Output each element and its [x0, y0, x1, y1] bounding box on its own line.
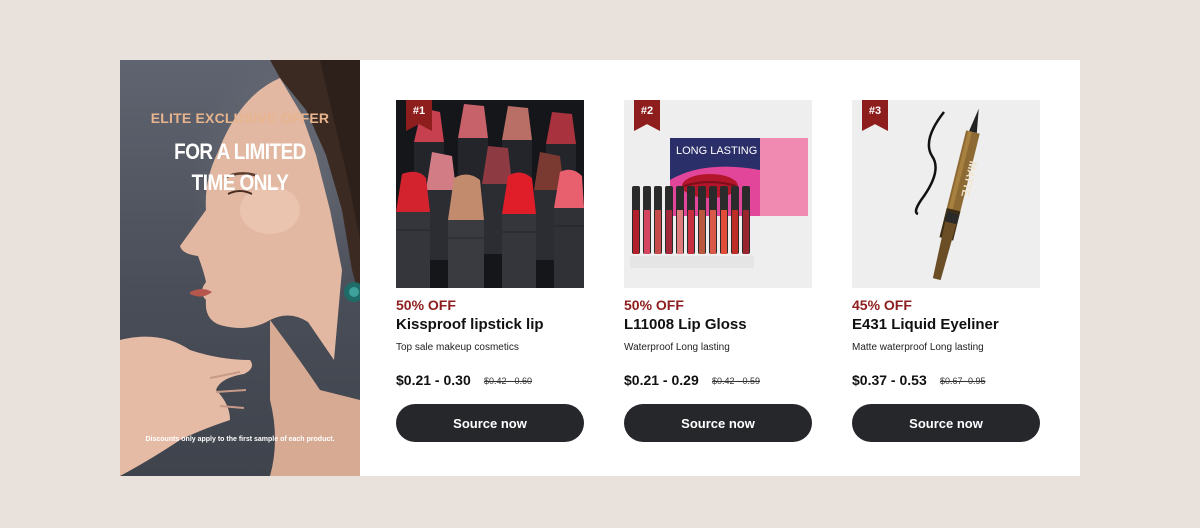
lipstick-illustration — [396, 100, 584, 288]
promo-disclaimer: Discounts only apply to the first sample… — [145, 436, 335, 443]
product-name[interactable]: Kissproof lipstick lip — [396, 316, 584, 333]
lip-gloss-illustration: LONG LASTING — [624, 100, 812, 288]
product-image-eyeliner[interactable]: MATTE #3 — [852, 100, 1040, 288]
product-description: Matte waterproof Long lasting — [852, 342, 984, 353]
promotion-panel: ELITE EXCLUSIVE OFFER FOR A LIMITED TIME… — [120, 60, 1080, 476]
original-price: $0.67- 0.95 — [940, 376, 986, 386]
source-now-button[interactable]: Source now — [852, 404, 1040, 442]
sale-price: $0.21 - 0.30 — [396, 372, 471, 388]
sale-price: $0.37 - 0.53 — [852, 372, 927, 388]
original-price: $0.42 - 0.59 — [712, 376, 761, 386]
promo-headline-line-2: TIME ONLY — [191, 170, 289, 195]
product-description: Top sale makeup cosmetics — [396, 342, 519, 353]
sale-price: $0.21 - 0.29 — [624, 372, 699, 388]
eyeliner-illustration: MATTE — [852, 100, 1040, 288]
promo-headline: FOR A LIMITED TIME ONLY — [120, 136, 360, 198]
product-card-1[interactable]: #1 50% OFF Kissproof lipstick lip Top sa… — [396, 100, 584, 446]
product-image-lip-gloss[interactable]: LONG LASTING #2 — [624, 100, 812, 288]
product-description: Waterproof Long lasting — [624, 342, 730, 353]
original-price: $0.42 - 0.60 — [484, 376, 533, 386]
discount-label: 45% OFF — [852, 297, 912, 313]
box-brand-text: LONG LASTING — [676, 145, 757, 157]
discount-label: 50% OFF — [624, 297, 684, 313]
source-now-button[interactable]: Source now — [624, 404, 812, 442]
product-name[interactable]: L11008 Lip Gloss — [624, 316, 812, 333]
promo-banner[interactable]: ELITE EXCLUSIVE OFFER FOR A LIMITED TIME… — [120, 60, 360, 476]
source-now-button[interactable]: Source now — [396, 404, 584, 442]
promo-headline-line-1: FOR A LIMITED — [174, 139, 306, 164]
promo-eyebrow: ELITE EXCLUSIVE OFFER — [150, 110, 330, 126]
product-card-2[interactable]: LONG LASTING #2 50% OFF L11008 Lip Gloss… — [624, 100, 812, 446]
product-image-lipstick[interactable]: #1 — [396, 100, 584, 288]
product-name[interactable]: E431 Liquid Eyeliner — [852, 316, 1040, 333]
product-card-3[interactable]: MATTE #3 45% OFF E431 Liquid Eyeliner Ma… — [852, 100, 1040, 446]
discount-label: 50% OFF — [396, 297, 456, 313]
